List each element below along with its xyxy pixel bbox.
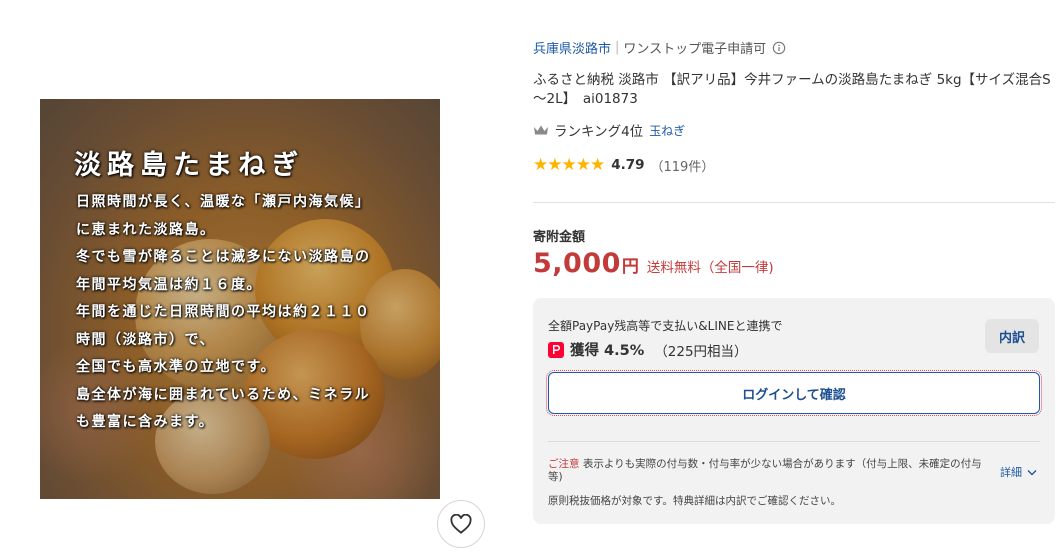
price-amount: 5,000	[533, 248, 621, 279]
caution-label: ご注意	[548, 458, 580, 470]
paypay-icon	[548, 341, 564, 358]
login-confirm-button[interactable]: ログインして確認	[546, 370, 1042, 416]
image-title: 淡路島たまねぎ	[74, 150, 305, 181]
price-unit: 円	[621, 257, 639, 277]
favorite-button[interactable]	[437, 500, 485, 548]
image-text-line: 年間を通じた日照時間の平均は約２１１０	[76, 304, 371, 320]
caution-body: 表示よりも実際の付与数・付与率が少ない場合があります（付与上限、未確定の付与等)	[548, 458, 982, 483]
donation-label: 寄附金額	[533, 230, 586, 245]
review-count-link[interactable]: （119件）	[651, 156, 715, 175]
store-line: 兵庫県淡路市 | ワンストップ電子申請可	[533, 38, 786, 57]
ranking-category-link[interactable]: 玉ねぎ	[649, 122, 685, 139]
details-toggle[interactable]: 詳細	[1000, 464, 1037, 480]
image-text-line: 冬でも雪が降ることは滅多にない淡路島の	[76, 249, 371, 265]
points-yen: （225円相当）	[654, 343, 748, 360]
image-text: 日照時間が長く、温暖な「瀬戸内海気候」 に恵まれた淡路島。 冬でも雪が降ることは…	[76, 189, 426, 437]
points-rate: 獲得 4.5%	[570, 343, 645, 359]
image-text-line: に恵まれた淡路島。	[76, 221, 216, 238]
divider	[533, 202, 1055, 203]
ranking: ランキング4位 玉ねぎ	[533, 120, 685, 140]
image-text-line: 年間平均気温は約１６度。	[76, 276, 262, 293]
one-stop-badge: ワンストップ電子申請可	[623, 42, 767, 57]
points-row: 獲得 4.5% （225円相当）	[548, 339, 748, 360]
rating-value: 4.79	[611, 157, 645, 173]
chevron-down-icon	[1027, 469, 1037, 475]
heart-icon	[450, 514, 472, 534]
product-image: 淡路島たまねぎ 日照時間が長く、温暖な「瀬戸内海気候」 に恵まれた淡路島。 冬で…	[40, 99, 440, 499]
crown-icon	[534, 125, 548, 135]
points-description: 全額PayPay残高等で支払い&LINEと連携で	[548, 319, 783, 333]
ranking-text[interactable]: ランキング4位	[554, 120, 643, 140]
shipping-info: 送料無料（全国一律)	[646, 260, 774, 276]
product-title: ふるさと納税 淡路市 【訳アリ品】今井ファームの淡路島たまねぎ 5kg【サイズ混…	[533, 72, 1051, 107]
store-link[interactable]: 兵庫県淡路市	[533, 38, 611, 57]
image-text-line: 時間（淡路市）で、	[76, 331, 215, 348]
image-text-line: 全国でも高水準の立地です。	[76, 359, 277, 375]
image-text-line: 島全体が海に囲まれているため、ミネラル	[76, 386, 371, 403]
info-icon[interactable]	[772, 41, 786, 55]
rating-stars: ★★★★★	[533, 155, 605, 175]
separator: |	[615, 40, 620, 55]
divider	[548, 441, 1040, 442]
details-label: 詳細	[1000, 466, 1022, 479]
price: 5,000 円 送料無料（全国一律)	[533, 248, 774, 279]
points-note: 原則税抜価格が対象です。特典詳細は内訳でご確認ください。	[548, 495, 841, 507]
image-text-line: も豊富に含みます。	[76, 414, 215, 430]
image-text-line: 日照時間が長く、温暖な「瀬戸内海気候」	[76, 194, 371, 210]
rating: ★★★★★ 4.79 （119件）	[533, 155, 714, 175]
caution-text: ご注意 表示よりも実際の付与数・付与率が少ない場合があります（付与上限、未確定の…	[548, 458, 988, 484]
breakdown-button[interactable]: 内訳	[985, 319, 1039, 353]
points-panel: 全額PayPay残高等で支払い&LINEと連携で 獲得 4.5% （225円相当…	[533, 298, 1055, 524]
